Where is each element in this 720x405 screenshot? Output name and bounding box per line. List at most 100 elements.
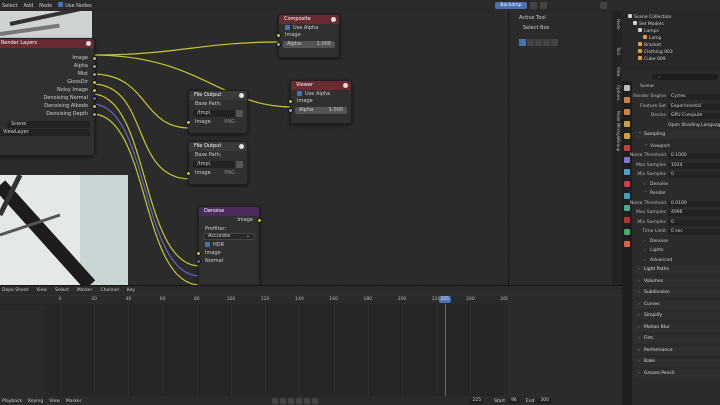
composite-node[interactable]: Composite Use Alpha Image Alpha 1.000	[276, 14, 340, 58]
properties-tab-icon[interactable]	[624, 121, 630, 127]
panel-header[interactable]: Lights	[634, 247, 720, 255]
properties-tab-icon[interactable]	[624, 109, 630, 115]
denoise-header[interactable]: Denoise	[199, 207, 259, 216]
tab-group[interactable]: Group	[613, 139, 621, 151]
panel-header[interactable]: Simplify	[634, 312, 720, 320]
property-value[interactable]: Cycles	[668, 94, 720, 100]
node-editor[interactable]: Render Layers Image Alpha Mist GlossDir …	[0, 0, 508, 285]
socket-denoise-image-in[interactable]	[196, 251, 201, 256]
panel-header[interactable]: Grease Pencil	[634, 369, 720, 378]
menu-select[interactable]: Select	[2, 3, 17, 9]
scene-selector[interactable]: Scene	[7, 121, 90, 128]
file-output-node-2[interactable]: File Output Base Path: /tmp\ Image PNG	[186, 141, 248, 185]
composite-header[interactable]: Composite	[279, 15, 339, 24]
property-field[interactable]: Max Samples 1024	[634, 162, 720, 170]
frame-ruler[interactable]: 0 20 40 60 80 100 120 140 160 180 200 220 240 260 225	[0, 296, 509, 304]
prev-key-icon[interactable]	[280, 398, 287, 404]
file-output-1-header[interactable]: File Output	[189, 91, 247, 100]
end-frame-field[interactable]: 300	[537, 398, 552, 404]
outliner-item[interactable]: Lamps	[622, 28, 720, 35]
properties-tab-icon[interactable]	[624, 169, 630, 175]
panel-header[interactable]: Viewport	[634, 141, 720, 151]
outliner-item[interactable]: Lamp	[622, 35, 720, 42]
socket-viewer-alpha[interactable]	[288, 108, 293, 113]
folder-icon[interactable]	[236, 110, 243, 117]
tab-node[interactable]: Node	[613, 19, 621, 29]
menu-node[interactable]: Node	[39, 3, 52, 9]
socket-composite-image[interactable]	[276, 33, 281, 38]
view-icon[interactable]	[530, 2, 537, 9]
tab-node-wrangler[interactable]: Node Wrangler	[613, 111, 621, 141]
properties-tab-icon[interactable]	[624, 193, 630, 199]
property-field[interactable]: Feature Set Experimental	[634, 103, 720, 111]
property-value[interactable]: Experimental	[668, 103, 720, 110]
backdrop-button[interactable]: Backdrop	[495, 2, 527, 9]
property-value[interactable]: 0.0100	[668, 200, 720, 207]
socket-mist-out[interactable]	[92, 72, 97, 77]
socket-alpha-out[interactable]	[92, 64, 97, 69]
playback-menu[interactable]: Playback	[2, 399, 22, 404]
use-alpha-checkbox[interactable]	[285, 25, 290, 30]
menu-marker[interactable]: Marker	[77, 288, 93, 293]
properties-tab-icon[interactable]	[624, 97, 630, 103]
socket-denoise-out[interactable]	[257, 218, 262, 223]
property-checkbox[interactable]: Open Shading Language	[634, 122, 720, 130]
panel-header[interactable]: Volumes	[634, 277, 720, 286]
property-field[interactable]: Min Samples 0	[634, 219, 720, 227]
denoise-node[interactable]: Denoise Image Prefilter: Accurate ⌄ HDR I…	[196, 206, 262, 285]
property-field[interactable]: Device GPU Compute	[634, 112, 720, 120]
use-nodes-checkbox[interactable]	[58, 2, 64, 7]
socket-viewer-image[interactable]	[288, 99, 293, 104]
file-output-2-path[interactable]: /tmp\	[193, 161, 243, 168]
jump-start-icon[interactable]	[272, 398, 279, 404]
editor-mode-dope-sheet[interactable]: Dope Sheet	[2, 288, 28, 293]
menu-select-tl[interactable]: Select	[55, 288, 69, 293]
view-layer-selector[interactable]: ViewLayer	[0, 129, 90, 136]
menu-key[interactable]: Key	[127, 288, 135, 293]
socket-denoise-normal-in[interactable]	[196, 259, 201, 264]
properties-tab-icon[interactable]	[624, 145, 630, 151]
outliner-item[interactable]: Scene Collection	[622, 14, 720, 21]
play-reverse-icon[interactable]	[288, 398, 295, 404]
sidebar-toggle-icon[interactable]	[600, 2, 607, 9]
start-frame-field[interactable]: 96	[508, 398, 520, 404]
socket-normal-out[interactable]	[92, 96, 97, 101]
property-value[interactable]: 1024	[668, 162, 720, 169]
properties-search[interactable]: ⌕	[652, 74, 718, 80]
panel-header[interactable]: Sampling	[634, 129, 720, 139]
use-nodes-toggle[interactable]: Use Nodes	[58, 2, 92, 9]
tab-view[interactable]: View	[613, 67, 621, 77]
outliner-item[interactable]: Clothing 003	[622, 49, 720, 56]
panel-header[interactable]: Denoise	[634, 238, 720, 246]
marker-menu-footer[interactable]: Marker	[66, 399, 82, 404]
select-box-tool[interactable]: Select Box	[509, 21, 612, 31]
properties-tab-icon[interactable]	[624, 133, 630, 139]
properties-tab-icon[interactable]	[624, 217, 630, 223]
property-field[interactable]: Noise Threshold 0.1000	[630, 152, 720, 160]
property-field[interactable]: Time Limit 0 sec	[634, 228, 720, 236]
menu-channel[interactable]: Channel	[100, 288, 118, 293]
snap-icon[interactable]	[540, 2, 547, 9]
jump-end-icon[interactable]	[312, 398, 319, 404]
panel-header[interactable]: Film	[634, 335, 720, 343]
outliner-item[interactable]: Set Models	[622, 21, 720, 28]
tab-tool[interactable]: Tool	[613, 47, 621, 55]
tab-options[interactable]: Options	[613, 85, 621, 100]
prefilter-dropdown[interactable]: Accurate ⌄	[203, 233, 255, 240]
selection-mode-buttons[interactable]	[519, 39, 558, 46]
property-value[interactable]: GPU Compute	[668, 113, 720, 119]
property-value[interactable]: 4096	[668, 210, 720, 216]
viewer-alpha-field[interactable]: Alpha 1.000	[288, 107, 347, 114]
socket-image-out[interactable]	[92, 56, 97, 61]
socket-depth-out[interactable]	[92, 112, 97, 117]
property-field[interactable]: Min Samples 0	[634, 171, 720, 179]
outliner-item[interactable]: Bracket	[622, 42, 720, 49]
panel-header[interactable]: Render	[634, 188, 720, 198]
property-value[interactable]: 0	[668, 219, 720, 226]
panel-header[interactable]: Curves	[634, 300, 720, 309]
file-output-1-path[interactable]: /tmp\	[193, 110, 243, 117]
socket-noisy-out[interactable]	[92, 88, 97, 93]
keying-menu[interactable]: Keying	[28, 399, 43, 404]
socket-composite-alpha[interactable]	[276, 42, 281, 47]
properties-tab-icon[interactable]	[624, 241, 630, 247]
